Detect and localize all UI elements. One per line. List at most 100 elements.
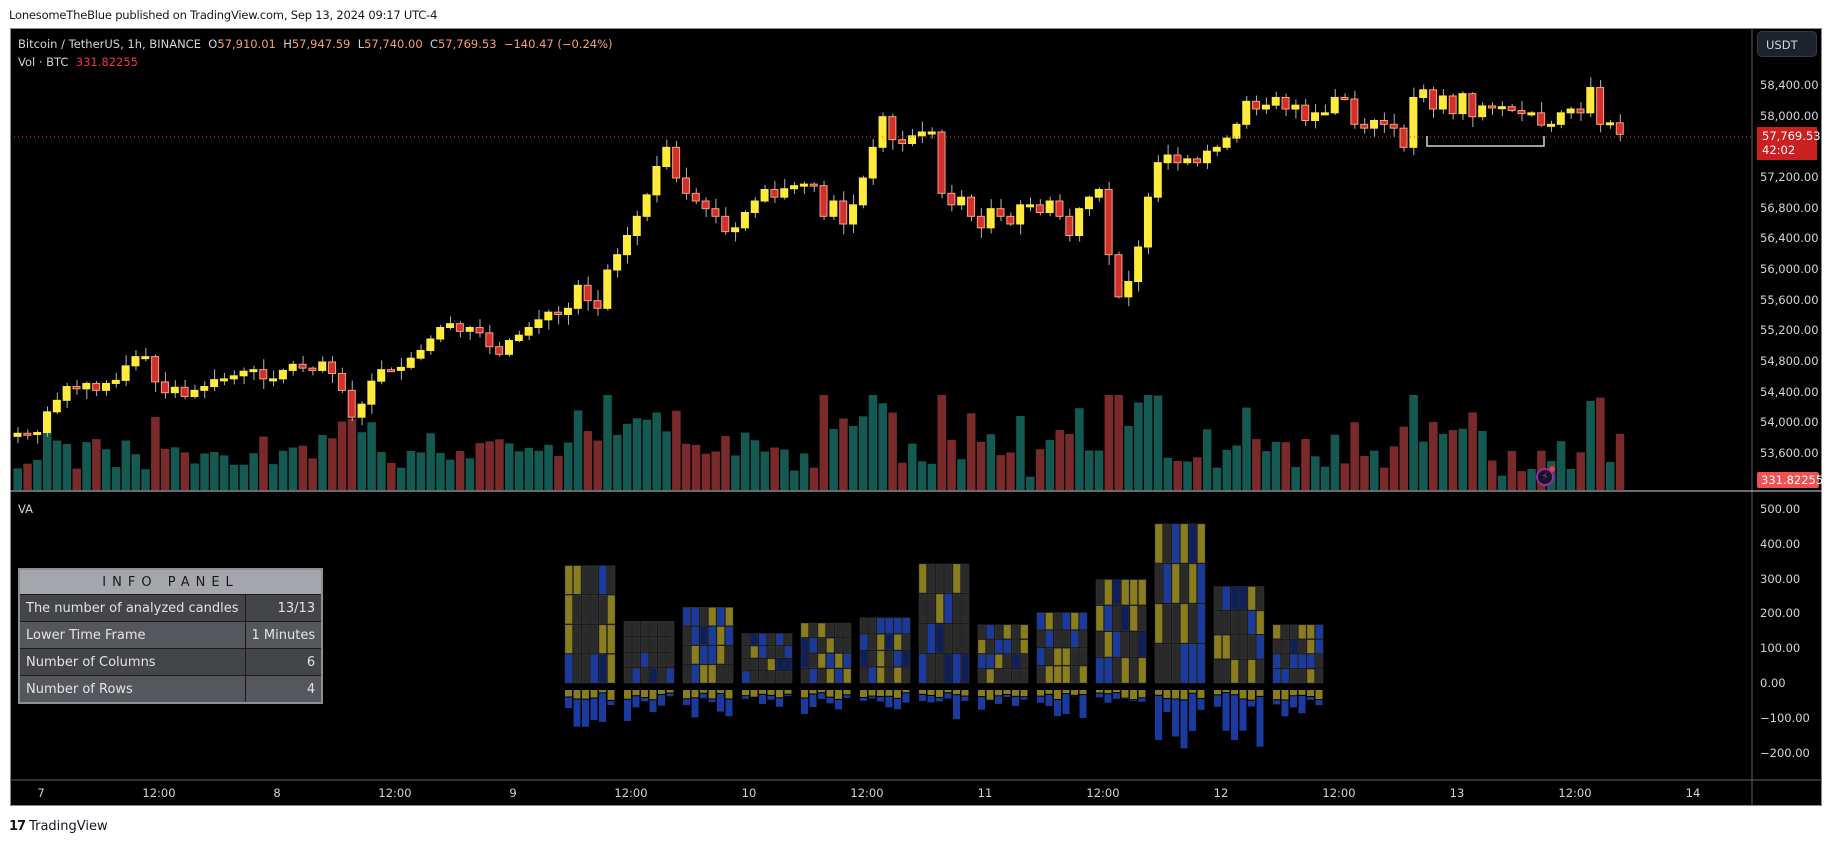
volume-bar — [888, 412, 897, 490]
candle — [711, 198, 720, 224]
candle — [937, 129, 946, 199]
va-cell — [649, 668, 658, 684]
volume-bar — [1605, 462, 1615, 490]
va-cell — [1112, 657, 1121, 684]
volume-bar — [1025, 476, 1035, 490]
candle-body — [367, 380, 376, 405]
va-cell — [1230, 635, 1239, 659]
candle — [986, 199, 995, 234]
candles — [13, 77, 1624, 444]
symbol-legend[interactable]: Bitcoin / TetherUS, 1h, BINANCE O57,910.… — [18, 37, 613, 51]
symbol-title[interactable]: Bitcoin / TetherUS, 1h, BINANCE — [18, 37, 201, 51]
va-cell — [986, 639, 995, 654]
va-cell — [1239, 635, 1248, 659]
currency-button[interactable]: USDT — [1757, 31, 1817, 57]
volume-bar — [357, 432, 367, 490]
candle-body — [436, 327, 445, 340]
candle — [849, 194, 858, 233]
va-cell — [918, 593, 927, 624]
time-tick-label: 12:00 — [614, 786, 648, 800]
candle-body — [72, 386, 81, 390]
va-delta-bar — [1020, 690, 1028, 697]
candle-body — [1055, 200, 1064, 217]
va-cell — [1315, 654, 1324, 669]
va-cell — [1197, 563, 1206, 604]
va-cell — [1154, 523, 1163, 564]
va-cell — [1188, 563, 1197, 604]
va-cell — [750, 658, 759, 671]
candle — [337, 367, 346, 394]
va-delta-bar — [1096, 690, 1103, 693]
va-cell — [1171, 603, 1180, 644]
candle — [308, 366, 317, 376]
volume-bar — [554, 456, 563, 490]
va-cell — [859, 634, 868, 651]
va-cell — [834, 653, 843, 669]
va-delta-bar — [691, 690, 699, 698]
volume-bar — [1370, 450, 1379, 490]
volume-bar — [711, 451, 720, 490]
va-delta-bar — [1045, 690, 1053, 694]
va-cell — [1256, 586, 1265, 611]
open-label: O — [208, 37, 218, 51]
indicator-title[interactable]: VA — [18, 502, 33, 516]
high-label: H — [283, 37, 292, 51]
volume-bar — [1615, 433, 1625, 490]
va-delta-bar — [700, 693, 707, 699]
va-delta-bar — [1273, 700, 1280, 705]
va-delta-bar — [835, 699, 842, 710]
candle-body — [101, 382, 110, 391]
va-cell — [598, 654, 607, 684]
candle-body — [495, 346, 504, 355]
va-cell — [1154, 603, 1163, 644]
candle — [1094, 187, 1103, 202]
candle — [1389, 113, 1398, 138]
volume-bar — [1035, 449, 1045, 490]
candle-body — [190, 389, 199, 398]
va-delta-bar — [1003, 694, 1011, 698]
volume-bar — [1478, 430, 1487, 490]
volume-bar — [111, 467, 121, 490]
va-cell — [868, 650, 877, 667]
info-panel-title: INFO PANEL — [18, 568, 323, 595]
candle — [229, 370, 238, 385]
volume-bar — [613, 434, 622, 490]
candle-body — [446, 323, 455, 328]
volume-bar — [426, 433, 435, 490]
va-cell — [1272, 639, 1281, 654]
candle — [898, 130, 907, 152]
candle-body — [239, 370, 248, 377]
price-tick-label: 53,600.00 — [1760, 446, 1819, 460]
tradingview-logo[interactable]: 17 TradingView — [9, 819, 108, 834]
volume-legend[interactable]: Vol · BTC 331.82255 — [18, 55, 138, 69]
va-cell — [1138, 579, 1147, 605]
candle-body — [937, 131, 946, 194]
va-cell — [1298, 668, 1307, 684]
va-cell — [918, 563, 927, 594]
va-cell — [1070, 630, 1079, 648]
volume-bar — [1281, 442, 1291, 490]
volume-bar — [318, 434, 327, 490]
va-cell — [657, 621, 666, 637]
va-delta-bar — [1113, 693, 1120, 699]
va-delta-bar — [708, 699, 716, 703]
candle — [721, 207, 730, 235]
volume-bar — [200, 453, 209, 490]
price-tick-label: 54,800.00 — [1760, 354, 1819, 368]
candle-body — [1311, 112, 1320, 122]
va-cell — [632, 652, 641, 668]
va-cell — [666, 621, 675, 637]
candle — [652, 155, 661, 203]
va-cell — [1213, 610, 1222, 635]
va-cell — [868, 634, 877, 651]
candle-body — [573, 284, 582, 309]
va-cell — [784, 671, 793, 684]
info-value: 4 — [244, 675, 323, 704]
candle — [1586, 77, 1595, 118]
candle — [760, 184, 769, 203]
candle — [455, 321, 464, 338]
info-label: The number of analyzed candles — [18, 594, 246, 622]
volume-bar — [908, 443, 917, 490]
va-cell — [657, 668, 666, 684]
candle-body — [259, 369, 268, 380]
